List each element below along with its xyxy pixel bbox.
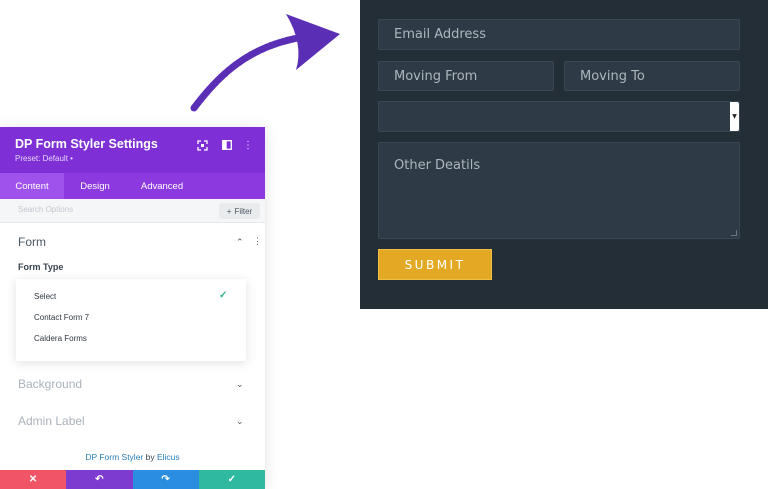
other-details-textarea[interactable]: Other Deatils	[378, 142, 740, 239]
author-link[interactable]: Elicus	[157, 452, 180, 462]
section-admin-label-toggle[interactable]: Admin Label	[18, 414, 85, 428]
curved-arrow-icon	[190, 14, 340, 112]
moving-to-field[interactable]: Moving To	[564, 61, 740, 91]
check-icon: ✓	[227, 474, 237, 485]
submit-button[interactable]: SUBMIT	[378, 249, 492, 280]
layout-icon[interactable]	[221, 139, 233, 151]
close-icon: ✕	[28, 474, 38, 485]
section-background-toggle[interactable]: Background	[18, 377, 82, 391]
credit-by: by	[145, 452, 155, 462]
moving-to-placeholder: Moving To	[580, 68, 645, 84]
screenshot-stage: Email Address Moving From Moving To ▼ Ot…	[0, 0, 768, 489]
form-type-dropdown: Select ✓ Contact Form 7 Caldera Forms	[16, 279, 246, 361]
other-details-placeholder: Other Deatils	[394, 158, 481, 173]
moving-from-placeholder: Moving From	[394, 68, 478, 84]
option-contact-form-7[interactable]: Contact Form 7	[34, 313, 89, 322]
chevron-down-icon[interactable]: ⌄	[236, 416, 244, 427]
tab-advanced[interactable]: Advanced	[126, 173, 198, 199]
undo-button[interactable]: ↶	[66, 470, 133, 489]
undo-icon: ↶	[95, 474, 104, 485]
preset-selector[interactable]: Preset: Default •	[15, 154, 73, 163]
cancel-button[interactable]: ✕	[0, 470, 67, 489]
email-placeholder: Email Address	[394, 27, 486, 42]
tab-design[interactable]: Design	[64, 173, 126, 199]
resize-handle-icon[interactable]	[731, 230, 737, 236]
redo-icon: ↷	[161, 474, 170, 485]
email-field[interactable]: Email Address	[378, 19, 740, 50]
filter-label: Filter	[234, 206, 253, 216]
expand-icon[interactable]	[196, 139, 208, 151]
filter-button[interactable]: + Filter	[219, 203, 260, 219]
form-preview: Email Address Moving From Moving To ▼ Ot…	[360, 0, 768, 309]
more-vertical-icon[interactable]: ⋮	[242, 139, 254, 151]
panel-footer: ✕ ↶ ↷ ✓	[0, 470, 265, 489]
select-dropdown-toggle[interactable]: ▼	[730, 102, 739, 131]
section-form-toggle[interactable]: Form	[18, 235, 46, 249]
chevron-down-icon[interactable]: ⌄	[236, 379, 244, 390]
search-input[interactable]: Search Options	[18, 205, 73, 214]
option-caldera-forms[interactable]: Caldera Forms	[34, 334, 87, 343]
more-vertical-icon[interactable]: ⋮	[253, 236, 262, 247]
panel-header: DP Form Styler Settings Preset: Default …	[0, 127, 265, 173]
save-button[interactable]: ✓	[198, 470, 265, 489]
plus-icon: +	[226, 206, 232, 216]
tab-content[interactable]: Content	[0, 173, 64, 199]
tab-bar: Content Design Advanced	[0, 173, 265, 199]
moving-from-field[interactable]: Moving From	[378, 61, 554, 91]
check-icon: ✓	[219, 290, 228, 301]
chevron-up-icon[interactable]: ⌃	[236, 237, 244, 248]
panel-title: DP Form Styler Settings	[15, 137, 158, 151]
settings-panel: DP Form Styler Settings Preset: Default …	[0, 127, 265, 489]
form-type-label: Form Type	[18, 262, 64, 272]
redo-button[interactable]: ↷	[132, 470, 199, 489]
triangle-down-icon: ▼	[732, 112, 737, 120]
select-field[interactable]: ▼	[378, 101, 740, 132]
option-select[interactable]: Select	[34, 292, 56, 301]
product-link[interactable]: DP Form Styler	[85, 452, 143, 462]
credit-line: DP Form Styler by Elicus	[0, 452, 265, 462]
search-bar: Search Options + Filter	[0, 199, 265, 223]
